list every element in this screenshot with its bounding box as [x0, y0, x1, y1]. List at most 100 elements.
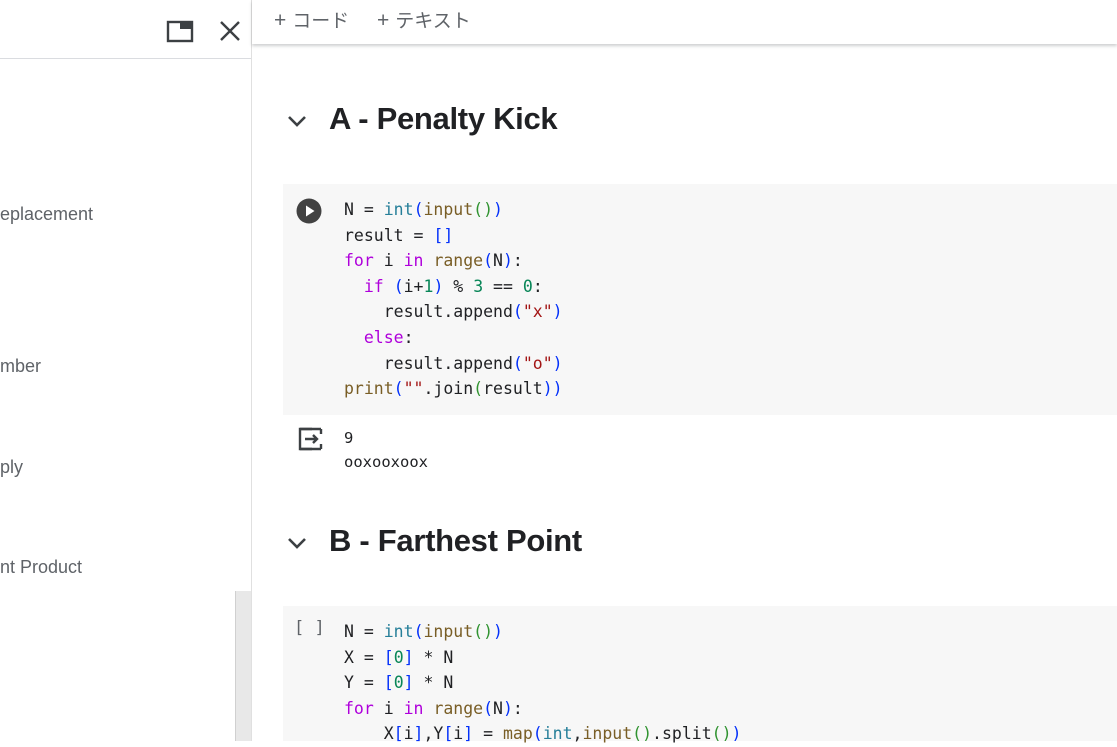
- code-token: N =: [344, 200, 384, 219]
- code-token: "o": [522, 353, 553, 373]
- code-line: Y = [0] * N: [344, 670, 741, 696]
- notebook-toolbar: + コード + テキスト: [252, 0, 1117, 44]
- code-token: N =: [344, 622, 384, 641]
- output-line: 9: [344, 429, 354, 447]
- code-token: .join: [423, 379, 474, 399]
- code-token: N: [493, 251, 503, 271]
- code-token: input: [423, 622, 474, 641]
- code-token: ==: [483, 276, 523, 296]
- code-token: int: [383, 200, 414, 219]
- code-line: else:: [344, 325, 563, 351]
- code-token: (: [483, 251, 494, 271]
- code-token: print: [344, 379, 394, 399]
- open-in-window-icon[interactable]: [165, 16, 195, 46]
- code-token: (: [512, 353, 523, 373]
- add-code-button[interactable]: + コード: [274, 8, 349, 34]
- add-text-label: テキスト: [395, 11, 471, 32]
- code-token: [: [383, 647, 394, 667]
- close-icon[interactable]: [215, 16, 245, 46]
- code-token: :: [512, 251, 523, 271]
- code-token: for: [344, 698, 374, 718]
- code-token: ]: [403, 647, 414, 667]
- code-token: ): [493, 622, 503, 641]
- code-token: * N: [413, 647, 454, 667]
- code-token: i: [373, 698, 404, 718]
- code-token: result.append: [344, 353, 513, 373]
- code-token: else: [363, 327, 404, 347]
- code-line: if (i+1) % 3 == 0:: [344, 274, 563, 300]
- output-toggle-icon[interactable]: [297, 426, 325, 457]
- code-token: ): [502, 698, 513, 718]
- code-token: result.append: [344, 302, 513, 322]
- code-token: result =: [344, 225, 434, 245]
- code-token: (: [512, 302, 523, 322]
- chevron-down-icon[interactable]: [284, 521, 310, 565]
- code-token: X =: [344, 647, 384, 667]
- toc-item[interactable]: eplacement: [0, 204, 93, 225]
- code-editor[interactable]: N = int(input()) result = [] for i in rang…: [344, 197, 563, 402]
- code-token: range: [433, 251, 484, 271]
- code-token: int: [383, 622, 414, 641]
- code-token: (: [473, 379, 484, 399]
- code-token: (: [483, 698, 494, 718]
- output-line: ooxooxoox: [344, 453, 428, 471]
- toc-item[interactable]: ply: [0, 457, 23, 478]
- code-token: (: [393, 379, 404, 399]
- code-line: print("".join(result)): [344, 376, 563, 402]
- code-token: Y =: [344, 673, 384, 693]
- section-title: A - Penalty Kick: [329, 101, 558, 136]
- code-line: result.append("o"): [344, 351, 563, 377]
- code-token: ): [552, 302, 563, 322]
- code-line: N = int(input()): [344, 619, 741, 645]
- cell-output: 9 ooxooxoox: [283, 420, 1117, 480]
- code-token: %: [443, 276, 474, 296]
- code-token: ): [502, 251, 513, 271]
- code-line: result = []: [344, 223, 563, 249]
- sidebar-scrollbar[interactable]: [235, 591, 251, 741]
- code-token: :: [403, 327, 414, 347]
- code-token: * N: [413, 673, 454, 693]
- code-token: [: [383, 673, 394, 693]
- code-token: :: [532, 276, 543, 296]
- code-token: result: [483, 379, 543, 399]
- code-token: 3: [473, 276, 484, 296]
- code-line: result.append("x"): [344, 299, 563, 325]
- section-title: B - Farthest Point: [329, 523, 582, 558]
- code-cell[interactable]: N = int(input()) result = [] for i in rang…: [283, 184, 1117, 415]
- code-token: []: [433, 225, 454, 245]
- code-token: 0: [522, 276, 533, 296]
- code-token: (): [473, 200, 494, 219]
- code-token: 0: [393, 673, 404, 693]
- code-token: N: [493, 698, 503, 718]
- code-token: in: [403, 251, 424, 271]
- code-token: ]: [403, 673, 414, 693]
- code-line: N = int(input()): [344, 197, 563, 223]
- code-token: (: [413, 622, 424, 641]
- add-code-label: コード: [292, 11, 350, 32]
- plus-icon: +: [377, 9, 390, 32]
- code-token: ): [552, 353, 563, 373]
- panel-header: [0, 0, 251, 59]
- toc-item[interactable]: mber: [0, 356, 41, 377]
- code-token: (: [413, 200, 424, 219]
- table-of-contents-panel: eplacement mber ply nt Product: [0, 0, 252, 741]
- plus-icon: +: [274, 9, 287, 32]
- code-token: ): [493, 200, 503, 219]
- code-editor[interactable]: N = int(input()) X = [0] * NY = [0] * Nfo…: [344, 619, 741, 747]
- code-token: "": [403, 379, 424, 399]
- code-token: ): [433, 276, 444, 296]
- run-cell-icon[interactable]: [296, 198, 322, 229]
- code-token: )): [542, 379, 563, 399]
- code-token: 1: [423, 276, 434, 296]
- code-token: range: [433, 698, 484, 718]
- add-text-button[interactable]: + テキスト: [377, 8, 471, 34]
- toc-item[interactable]: nt Product: [0, 557, 82, 578]
- code-token: input: [423, 200, 474, 219]
- code-cell[interactable]: [ ] N = int(input()) X = [0] * NY = [0] *…: [283, 606, 1117, 743]
- chevron-down-icon[interactable]: [284, 99, 310, 143]
- code-token: for: [344, 251, 374, 271]
- run-cell-button[interactable]: [ ]: [294, 618, 325, 638]
